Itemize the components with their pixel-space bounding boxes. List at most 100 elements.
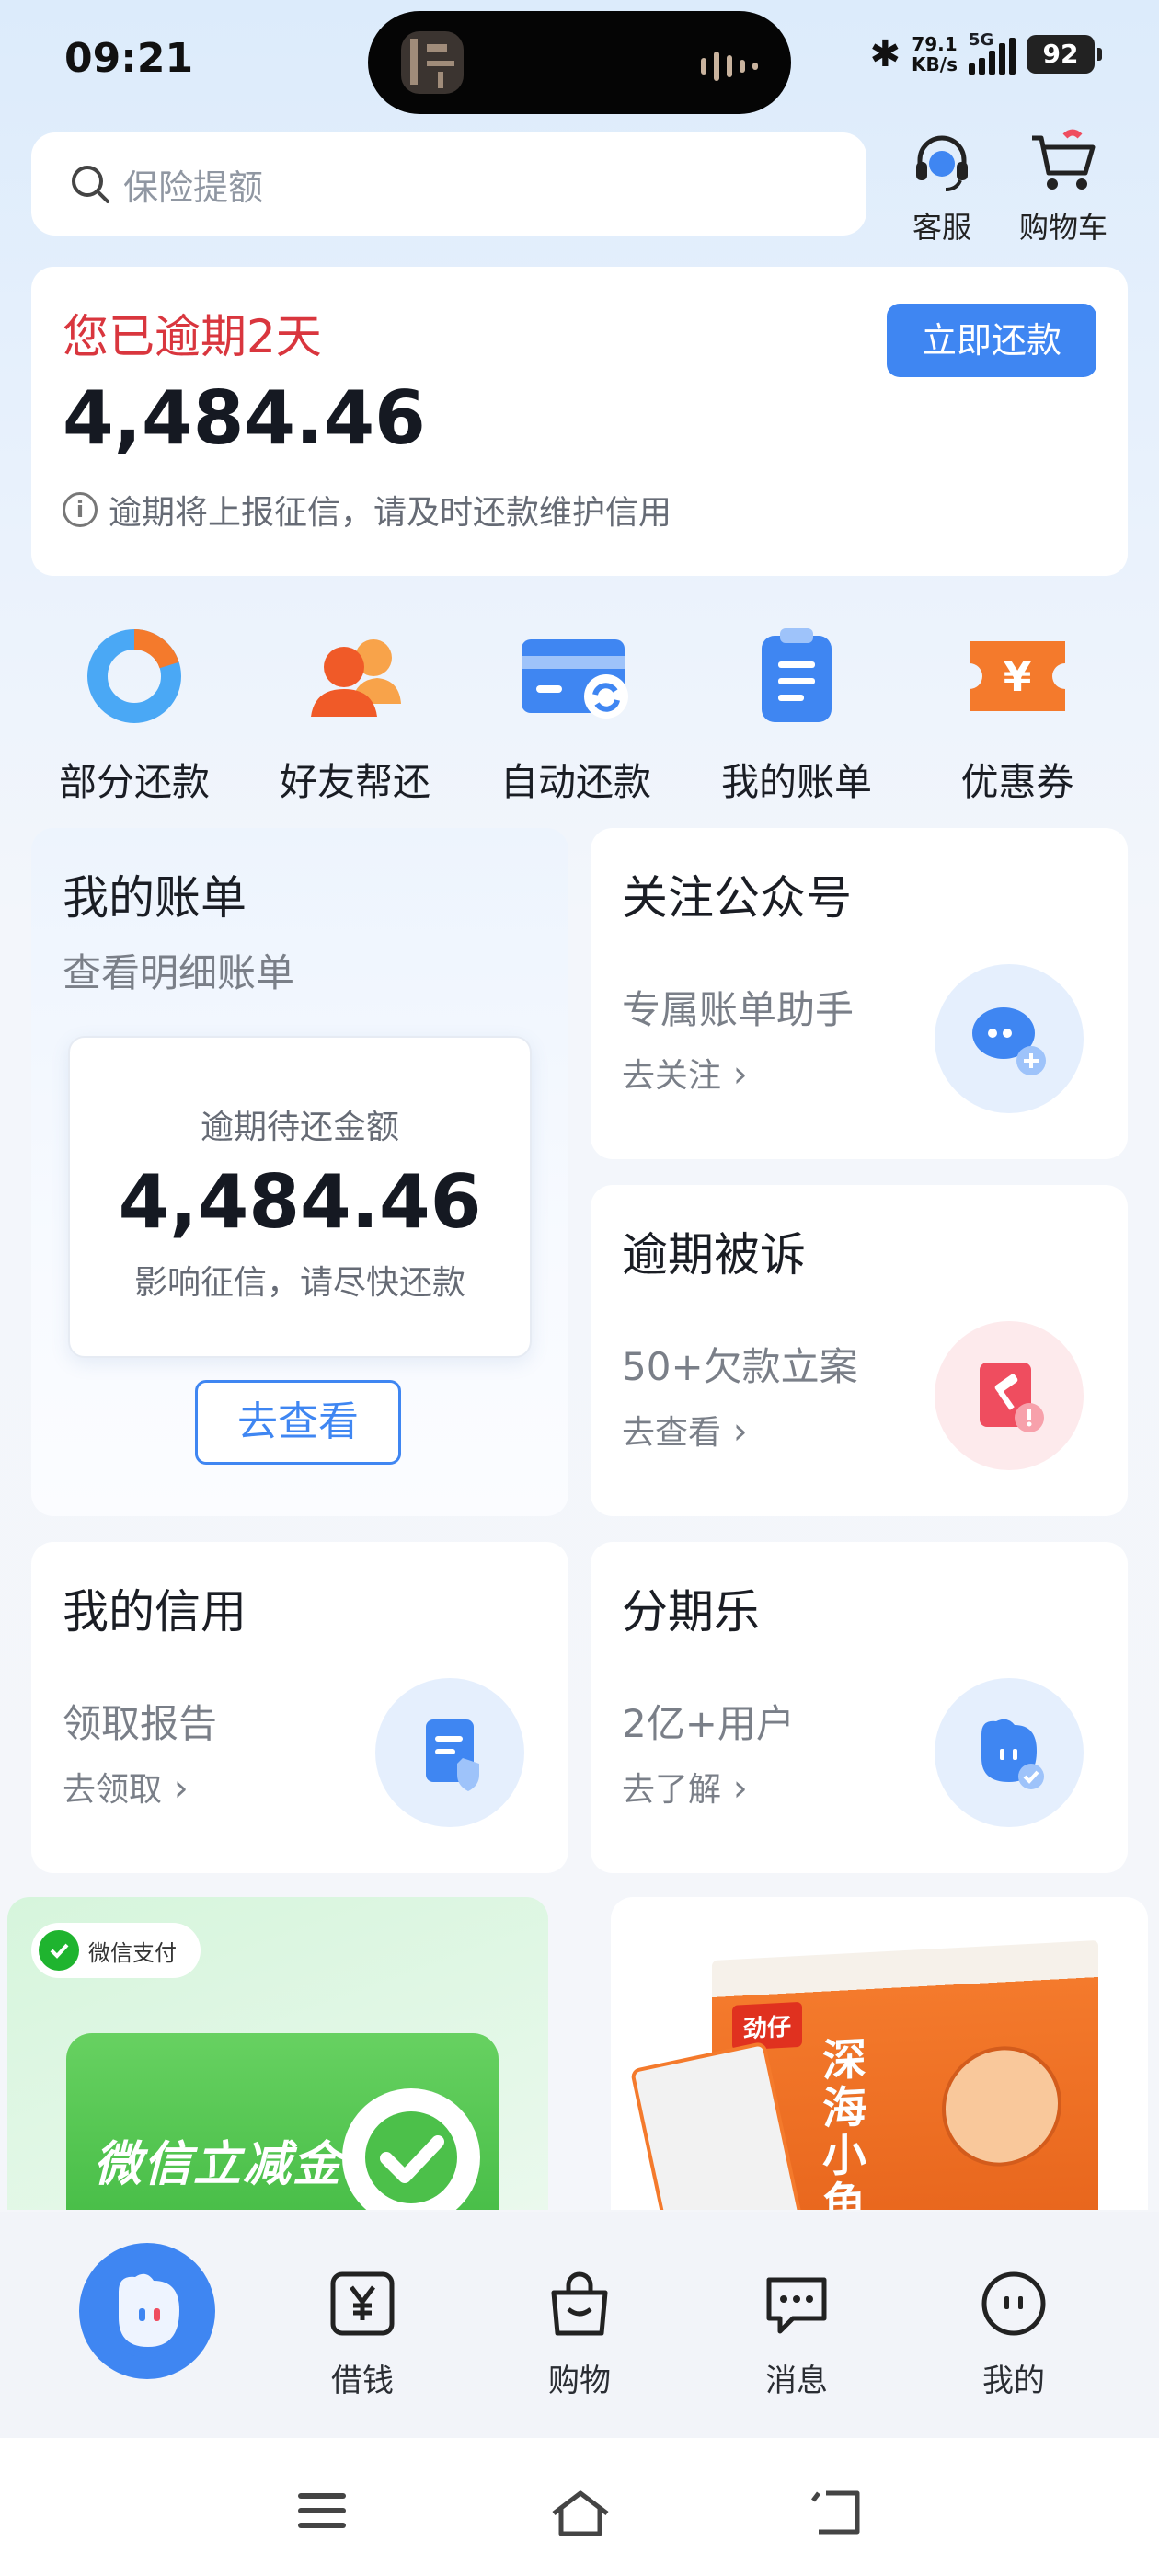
- wechat-voucher-text: 微信立减金: [94, 2137, 343, 2192]
- shopping-bag-icon: [551, 2271, 608, 2336]
- search-icon: [72, 166, 109, 203]
- overdue-title: 您已逾期2天: [63, 310, 322, 363]
- search-input[interactable]: 保险提额: [31, 132, 866, 236]
- gavel-document-icon: [935, 1321, 1084, 1470]
- quick-action-label: 我的账单: [721, 760, 872, 804]
- card-sync-icon: [522, 639, 628, 719]
- credit-card-subtitle: 领取报告: [63, 1701, 218, 1746]
- bill-card-subtitle: 查看明细账单: [63, 950, 295, 995]
- customer-service-button[interactable]: 客服: [887, 129, 997, 247]
- wechat-voucher-card: 微信立减金: [66, 2033, 499, 2210]
- quick-action-auto-repay[interactable]: 自动还款: [465, 622, 686, 806]
- media-thumbnail: [401, 31, 464, 94]
- my-credit-card[interactable]: 我的信用 领取报告 去领取: [31, 1542, 568, 1873]
- nav-messages[interactable]: 消息: [723, 2267, 870, 2400]
- nav-shopping[interactable]: 购物: [506, 2267, 653, 2400]
- mascot-image: [942, 2043, 1061, 2169]
- mascot-icon: [119, 2273, 179, 2358]
- nav-home-mascot[interactable]: [79, 2243, 215, 2379]
- fenqile-logo-icon: [935, 1678, 1084, 1827]
- overdue-amount: 4,484.46: [63, 375, 426, 461]
- fenqile-card-title: 分期乐: [622, 1585, 760, 1639]
- report-shield-icon: [375, 1678, 524, 1827]
- signal-icon: 5G: [969, 30, 1016, 75]
- credit-card-link[interactable]: 去领取: [63, 1763, 189, 1811]
- audio-wave-icon: [701, 52, 758, 81]
- bill-card-title: 我的账单: [63, 871, 247, 925]
- pay-now-button[interactable]: 立即还款: [887, 304, 1096, 377]
- coupon-icon: ¥: [970, 641, 1065, 711]
- service-label: 客服: [912, 210, 971, 245]
- quick-action-friend-repay[interactable]: 好友帮还: [245, 622, 465, 806]
- lawsuit-card-subtitle: 50+欠款立案: [622, 1344, 858, 1389]
- quick-action-my-bill[interactable]: 我的账单: [686, 622, 907, 806]
- headset-icon: [916, 135, 968, 191]
- profile-icon: [981, 2271, 1046, 2336]
- follow-card-subtitle: 专属账单助手: [622, 987, 855, 1032]
- status-indicators: ✱ 79.1 KB/s 5G 92: [869, 30, 1102, 75]
- wechat-discount-ad[interactable]: 微信支付 微信立减金: [7, 1897, 548, 2210]
- pie-progress-icon: [87, 629, 181, 723]
- friends-icon: [311, 639, 401, 717]
- quick-action-partial-repay[interactable]: 部分还款: [24, 622, 245, 806]
- follow-account-card[interactable]: 关注公众号 专属账单助手 去关注: [591, 828, 1128, 1159]
- bill-summary: 逾期待还金额 4,484.46 影响征信，请尽快还款: [68, 1036, 532, 1358]
- snack-product-ad[interactable]: 劲仔 深海小鱼: [611, 1897, 1148, 2210]
- snack-brand: 劲仔: [732, 2001, 803, 2051]
- nav-label: 借钱: [331, 2363, 394, 2399]
- wechat-pay-label: 微信支付: [88, 1939, 177, 1966]
- view-bill-button[interactable]: 去查看: [195, 1380, 401, 1465]
- cart-label: 购物车: [1018, 210, 1107, 245]
- svg-text:¥: ¥: [1004, 654, 1032, 701]
- net-speed: 79.1 KB/s: [912, 34, 958, 75]
- checkmark-icon: [342, 2088, 480, 2210]
- cart-icon: [1032, 129, 1096, 190]
- nav-label: 消息: [765, 2363, 828, 2399]
- clipboard-icon: [762, 628, 832, 722]
- fenqile-card-link[interactable]: 去了解: [622, 1763, 748, 1811]
- battery-icon: 92: [1027, 35, 1102, 74]
- dynamic-island[interactable]: [368, 11, 791, 114]
- bottom-nav: 借钱 购物 消息 我的: [0, 2212, 1159, 2438]
- message-icon: [766, 2277, 827, 2334]
- bill-summary-tip: 影响征信，请尽快还款: [133, 1264, 465, 1302]
- status-time: 09:21: [64, 35, 194, 82]
- back-icon[interactable]: [809, 2488, 865, 2539]
- my-bill-card[interactable]: 我的账单 查看明细账单 逾期待还金额 4,484.46 影响征信，请尽快还款 去…: [31, 828, 568, 1516]
- quick-action-label: 部分还款: [59, 760, 210, 804]
- fenqile-card[interactable]: 分期乐 2亿+用户 去了解: [591, 1542, 1128, 1873]
- nav-profile[interactable]: 我的: [940, 2267, 1087, 2400]
- overdue-card: 您已逾期2天 4,484.46 i 逾期将上报征信，请及时还款维护信用 立即还款: [31, 267, 1128, 576]
- cart-button[interactable]: 购物车: [1008, 129, 1119, 247]
- yen-icon: [330, 2271, 395, 2336]
- nav-borrow[interactable]: 借钱: [289, 2267, 436, 2400]
- quick-action-label: 自动还款: [500, 760, 651, 804]
- credit-card-title: 我的信用: [63, 1585, 247, 1639]
- quick-action-coupon[interactable]: ¥ 优惠券: [907, 622, 1128, 806]
- follow-card-title: 关注公众号: [622, 871, 852, 925]
- info-icon: i: [63, 492, 98, 527]
- bluetooth-icon: ✱: [869, 33, 901, 75]
- net-speed-unit: KB/s: [912, 53, 958, 75]
- net-speed-value: 79.1: [912, 33, 958, 55]
- wechat-pay-icon: [39, 1930, 79, 1971]
- overdue-tip: i 逾期将上报征信，请及时还款维护信用: [63, 486, 671, 534]
- home-icon[interactable]: [548, 2488, 613, 2539]
- bill-summary-label: 逾期待还金额: [200, 1109, 399, 1146]
- menu-icon[interactable]: [294, 2488, 350, 2534]
- nav-label: 购物: [548, 2363, 611, 2399]
- lawsuit-card-link[interactable]: 去查看: [622, 1406, 748, 1454]
- follow-card-link[interactable]: 去关注: [622, 1049, 748, 1097]
- wechat-pay-badge: 微信支付: [31, 1923, 201, 1978]
- snack-title: 深海小鱼: [822, 2033, 867, 2210]
- nav-label: 我的: [982, 2363, 1045, 2399]
- lawsuit-card-title: 逾期被诉: [622, 1228, 806, 1282]
- network-type: 5G: [969, 30, 994, 50]
- overdue-lawsuit-card[interactable]: 逾期被诉 50+欠款立案 去查看: [591, 1185, 1128, 1516]
- bill-summary-amount: 4,484.46: [118, 1159, 482, 1245]
- quick-action-label: 优惠券: [960, 760, 1074, 804]
- system-nav-bar: [0, 2438, 1159, 2576]
- wechat-chat-icon: [935, 964, 1084, 1113]
- search-placeholder: 保险提额: [123, 167, 264, 208]
- overdue-tip-text: 逾期将上报征信，请及时还款维护信用: [109, 494, 672, 532]
